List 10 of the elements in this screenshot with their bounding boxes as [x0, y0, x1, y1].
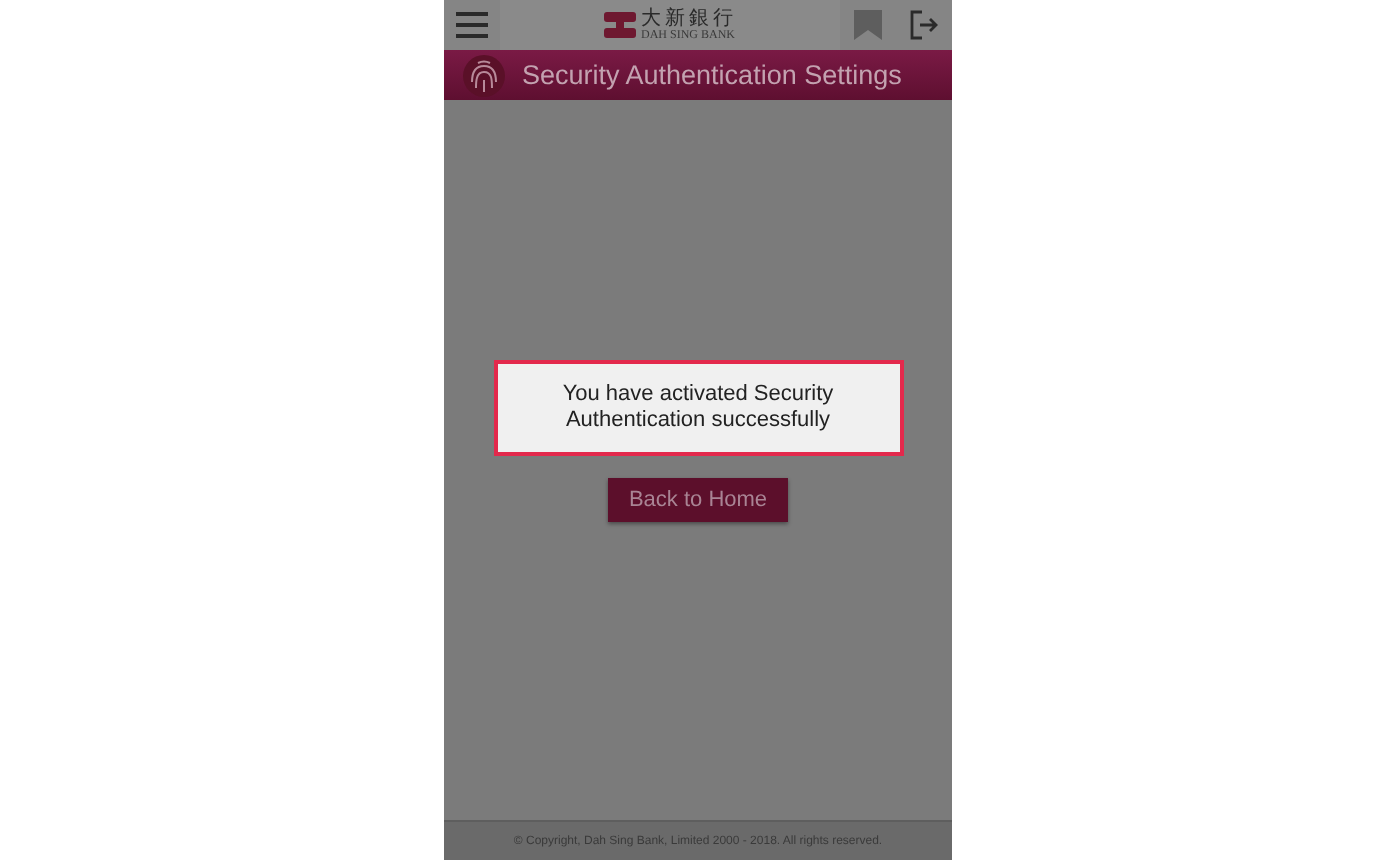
page-title: Security Authentication Settings	[522, 60, 902, 90]
menu-button[interactable]	[444, 0, 500, 50]
menu-icon	[456, 12, 488, 38]
success-message: You have activated Security Authentication successfully	[562, 382, 834, 433]
back-to-home-button[interactable]: Back to Home	[608, 478, 788, 523]
bank-name-chinese: 大新銀行	[641, 9, 737, 29]
logout-icon	[910, 10, 938, 40]
logout-button[interactable]	[896, 0, 952, 50]
bank-logo-icon	[603, 12, 635, 38]
bookmark-icon	[854, 10, 882, 40]
